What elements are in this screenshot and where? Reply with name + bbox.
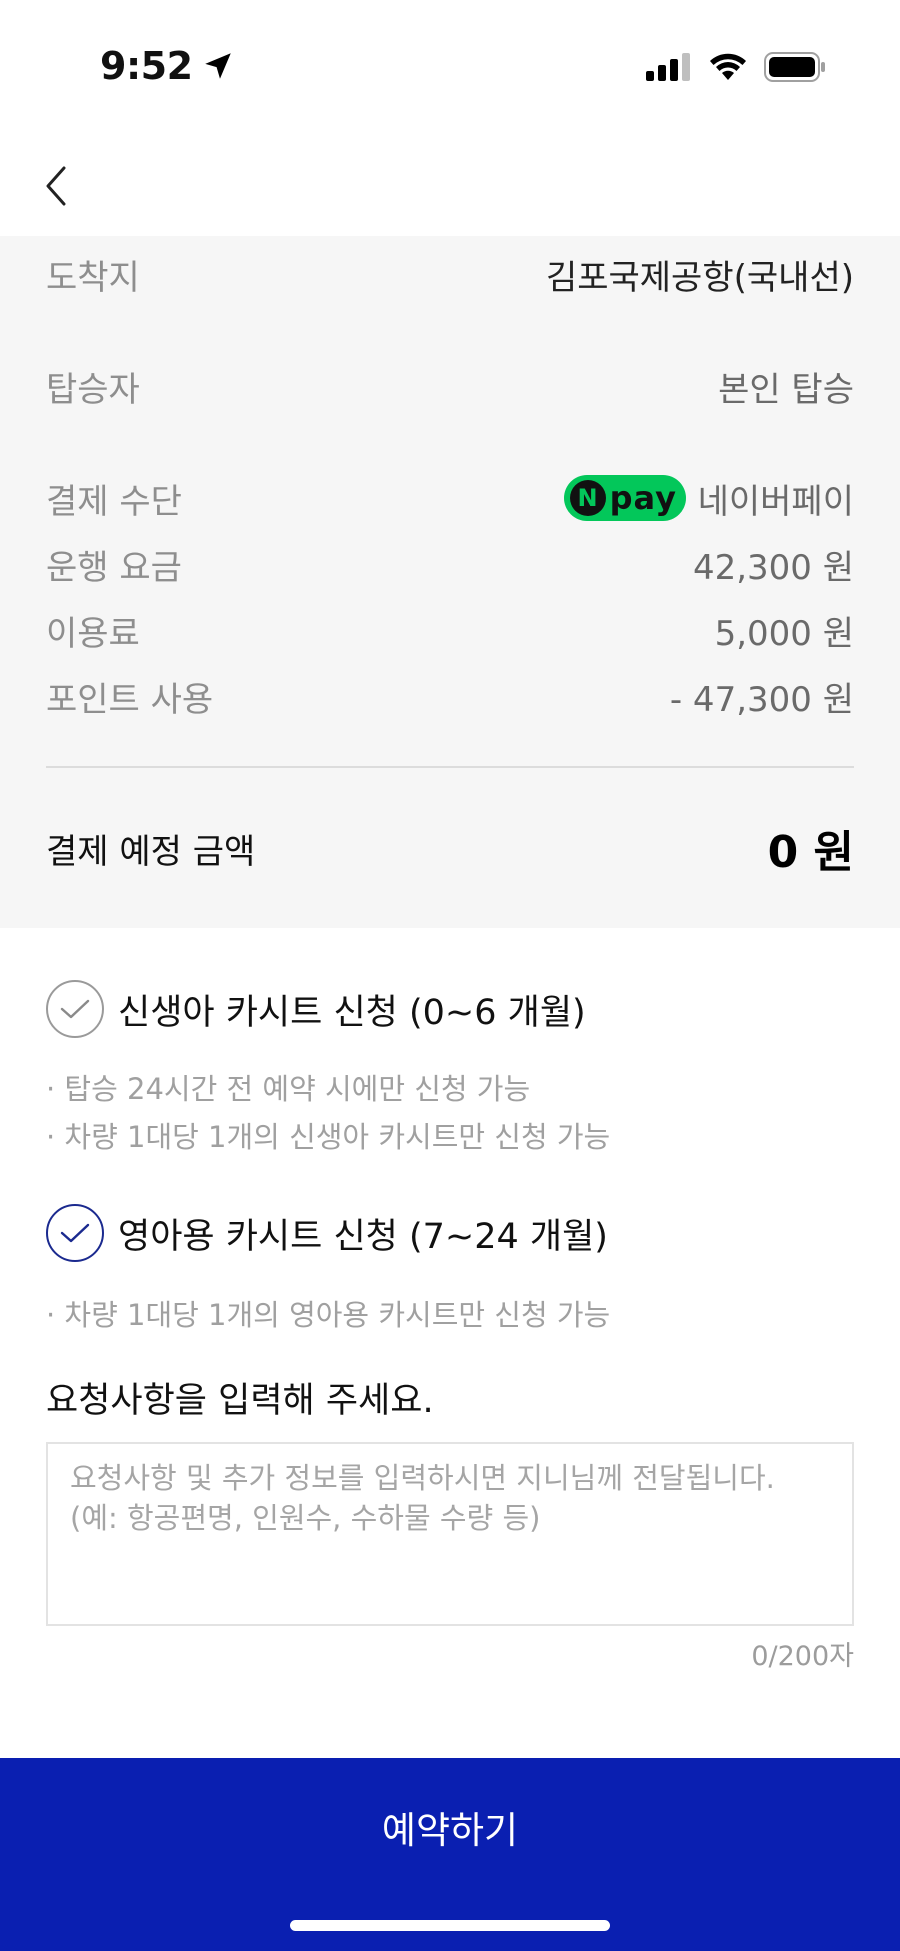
page: 9:52 도착지 김포국제공항(국내선) 탑승자 본인 탑승 결제 수단 N p…: [0, 0, 900, 1951]
summary-row-fee: 이용료 5,000 원: [46, 604, 854, 656]
payment-method-value: N pay 네이버페이: [563, 474, 854, 523]
newborn-carseat-checkbox[interactable]: [46, 980, 104, 1038]
row-label: 도착지: [46, 257, 140, 298]
status-icons: [646, 52, 826, 82]
summary-row-passenger: 탑승자 본인 탑승: [46, 360, 854, 412]
row-label: 결제 수단: [46, 481, 182, 522]
npay-n-icon: N: [569, 480, 606, 516]
total-label: 결제 예정 금액: [46, 831, 256, 872]
nav-bar: [0, 134, 900, 236]
divider: [46, 766, 854, 768]
request-title: 요청사항을 입력해 주세요.: [46, 1381, 434, 1421]
infant-carseat-checkbox[interactable]: [46, 1204, 104, 1262]
chevron-left-icon: [46, 166, 66, 206]
newborn-note-1: · 탑승 24시간 전 예약 시에만 신청 가능: [46, 1072, 531, 1106]
summary-row-points: 포인트 사용 - 47,300 원: [46, 670, 854, 722]
infant-note-1: · 차량 1대당 1개의 영아용 카시트만 신청 가능: [46, 1298, 611, 1332]
newborn-carseat-option[interactable]: 신생아 카시트 신청 (0~6 개월): [46, 980, 586, 1038]
summary-row-destination: 도착지 김포국제공항(국내선): [46, 248, 854, 300]
row-value: 네이버페이: [697, 481, 854, 522]
total-row: 결제 예정 금액 0 원: [46, 818, 854, 878]
newborn-carseat-label: 신생아 카시트 신청 (0~6 개월): [118, 992, 586, 1033]
clock-time: 9:52: [100, 44, 193, 88]
location-arrow-icon: [204, 53, 231, 79]
request-textarea[interactable]: [46, 1442, 854, 1626]
row-label: 포인트 사용: [46, 679, 214, 720]
npay-badge-text: pay: [609, 479, 677, 517]
row-value: 42,300 원: [692, 547, 854, 588]
row-label: 운행 요금: [46, 547, 182, 588]
status-bar: 9:52: [0, 0, 900, 134]
check-icon: [60, 999, 90, 1019]
payment-summary: 도착지 김포국제공항(국내선) 탑승자 본인 탑승 결제 수단 N pay 네이…: [0, 236, 900, 928]
back-button[interactable]: [36, 162, 76, 210]
row-label: 탑승자: [46, 369, 140, 410]
battery-icon: [764, 52, 825, 82]
row-label: 이용료: [46, 613, 140, 654]
newborn-note-2: · 차량 1대당 1개의 신생아 카시트만 신청 가능: [46, 1120, 611, 1154]
char-count: 0/200자: [751, 1641, 854, 1672]
infant-carseat-label: 영아용 카시트 신청 (7~24 개월): [118, 1216, 608, 1257]
npay-logo: N pay: [563, 475, 686, 521]
wifi-icon: [710, 53, 746, 80]
row-value: 본인 탑승: [718, 369, 854, 410]
summary-row-payment-method: 결제 수단 N pay 네이버페이: [46, 472, 854, 524]
clock: 9:52: [100, 44, 235, 88]
signal-icon: [646, 53, 690, 81]
row-value: 김포국제공항(국내선): [545, 257, 854, 298]
summary-row-fare: 운행 요금 42,300 원: [46, 538, 854, 590]
check-icon: [60, 1223, 90, 1243]
row-value: - 47,300 원: [669, 679, 854, 720]
total-value: 0 원: [767, 827, 854, 878]
infant-carseat-option[interactable]: 영아용 카시트 신청 (7~24 개월): [46, 1204, 608, 1262]
home-indicator: [290, 1920, 610, 1931]
row-value: 5,000 원: [714, 613, 854, 654]
